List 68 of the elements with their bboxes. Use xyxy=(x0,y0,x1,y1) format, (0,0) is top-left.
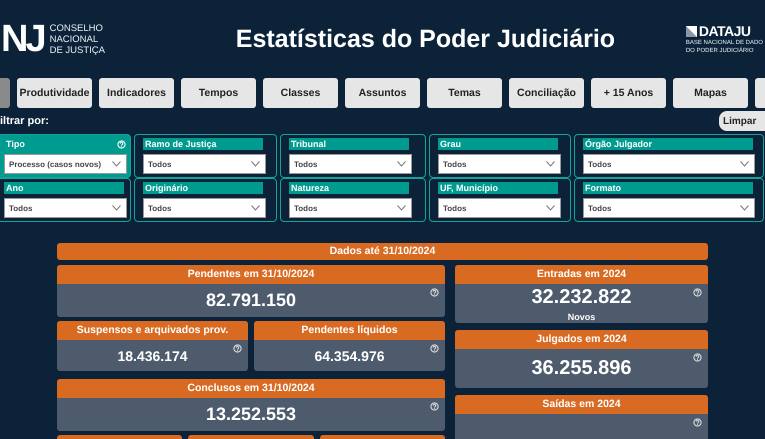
filter-title: Natureza xyxy=(289,182,409,194)
filter-title: Tribunal xyxy=(289,138,409,150)
card-title: Pendentes em 31/10/2024 xyxy=(57,265,445,284)
help-icon[interactable] xyxy=(430,402,439,411)
page-title: Estatísticas do Poder Judiciário xyxy=(236,24,616,54)
card-title: Entradas em 2024 xyxy=(455,265,708,284)
dropdown[interactable]: Todos xyxy=(143,198,266,218)
chevron-down-icon xyxy=(740,205,749,211)
stat-value: 64.354.976 xyxy=(314,348,385,364)
tab-button[interactable]: Mapas xyxy=(673,78,748,108)
tab-button[interactable]: Produtividade xyxy=(17,78,92,108)
filter-title: UF, Município xyxy=(438,182,558,194)
tab-button[interactable]: Indicadores xyxy=(99,78,174,108)
dropdown[interactable]: Todos xyxy=(143,154,266,174)
filter-label: iltrar por: xyxy=(0,115,49,127)
chevron-down-icon xyxy=(740,161,749,167)
help-icon[interactable] xyxy=(693,418,702,427)
stat-value: 82.791.150 xyxy=(206,290,296,311)
dropdown[interactable]: Processo (casos novos) xyxy=(4,154,127,174)
brand-name: DATAJU xyxy=(698,23,751,39)
tab-button[interactable]: Classes xyxy=(263,78,338,108)
filter-title: Formato xyxy=(583,182,753,194)
stat-value: 36.255.896 xyxy=(531,357,632,380)
chevron-down-icon xyxy=(251,161,260,167)
help-icon[interactable] xyxy=(430,344,439,353)
card-title: Conclusos em 31/10/2024 xyxy=(57,379,445,398)
dropdown[interactable]: Todos xyxy=(438,154,561,174)
stat-value: 13.252.553 xyxy=(206,404,296,425)
filter-title: Grau xyxy=(438,138,558,150)
chevron-down-icon xyxy=(546,161,555,167)
chevron-down-icon xyxy=(112,205,121,211)
stat-value: 18.436.174 xyxy=(117,348,188,364)
card-title: Pendentes líquidos xyxy=(254,321,445,340)
chevron-down-icon xyxy=(397,161,406,167)
chevron-down-icon xyxy=(112,161,121,167)
tab-button[interactable]: + 15 Anos xyxy=(591,78,666,108)
help-icon[interactable] xyxy=(233,344,242,353)
help-icon[interactable] xyxy=(693,288,702,297)
chevron-down-icon xyxy=(397,205,406,211)
stat-note: Novos xyxy=(568,312,596,322)
dropdown[interactable]: Todos xyxy=(289,154,412,174)
logo-text: NJ xyxy=(1,20,44,58)
tab-button[interactable]: Conciliação xyxy=(509,78,584,108)
tab-button[interactable]: Temas xyxy=(427,78,502,108)
org-name: CONSELHO NACIONAL DE JUSTIÇA xyxy=(50,22,106,56)
dropdown[interactable]: Todos xyxy=(583,198,755,218)
chevron-down-icon xyxy=(251,205,260,211)
tab-button[interactable]: Assuntos xyxy=(345,78,420,108)
tab-button[interactable]: Tempos xyxy=(181,78,256,108)
dropdown[interactable]: Todos xyxy=(4,198,127,218)
card-title: Suspensos e arquivados prov. xyxy=(57,321,248,340)
chevron-down-icon xyxy=(546,205,555,211)
date-banner: Dados até 31/10/2024 xyxy=(57,243,708,260)
help-icon[interactable] xyxy=(693,353,702,362)
logo-icon xyxy=(686,26,697,36)
clear-button[interactable]: Limpar xyxy=(719,111,765,131)
card-title: Saídas em 2024 xyxy=(455,395,708,414)
filter-title: Ramo de Justiça xyxy=(143,138,263,150)
stat-value: 32.232.822 xyxy=(531,286,632,308)
filter-title: Ano xyxy=(4,182,124,194)
filter-title: Tipo xyxy=(5,138,25,150)
dropdown[interactable]: Todos xyxy=(438,198,561,218)
filter-title: Órgão Julgador xyxy=(583,138,753,150)
help-icon[interactable] xyxy=(430,288,439,297)
card-title: Julgados em 2024 xyxy=(455,330,708,349)
dropdown[interactable]: Todos xyxy=(583,154,755,174)
filter-title: Originário xyxy=(143,182,263,194)
dropdown[interactable]: Todos xyxy=(289,198,412,218)
